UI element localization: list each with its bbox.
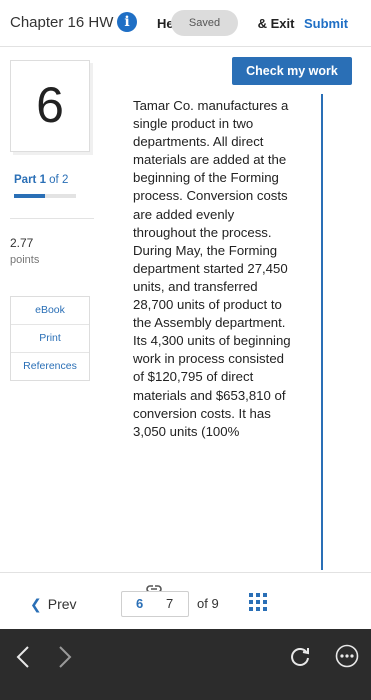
- part-label-rest: of 2: [45, 174, 69, 186]
- resource-links: eBook Print References: [10, 296, 90, 381]
- chevron-left-icon[interactable]: [16, 645, 30, 669]
- print-link[interactable]: Print: [11, 325, 89, 353]
- part-label-strong: Part 1: [14, 174, 46, 186]
- scroll-indicator-line: [321, 94, 323, 570]
- points-label: points: [10, 254, 40, 266]
- sidebar-divider: [10, 218, 94, 219]
- more-icon[interactable]: [335, 644, 359, 668]
- next-page[interactable]: 7: [166, 596, 173, 611]
- top-bar: Chapter 16 HW i He & Exit Saved Submit: [0, 0, 371, 47]
- check-my-work-button[interactable]: Check my work: [232, 57, 352, 85]
- chevron-left-icon: ❮: [30, 596, 42, 612]
- reload-icon[interactable]: [289, 645, 311, 667]
- references-link[interactable]: References: [11, 353, 89, 380]
- page-total: of 9: [197, 596, 219, 611]
- chevron-right-icon[interactable]: [58, 645, 72, 669]
- prev-button[interactable]: ❮ Prev: [30, 596, 77, 613]
- submit-button[interactable]: Submit: [304, 16, 348, 31]
- grid-icon[interactable]: [249, 593, 267, 611]
- question-text: Tamar Co. manufactures a single product …: [133, 98, 291, 439]
- points-value: 2.77: [10, 236, 34, 250]
- question-number: 6: [36, 77, 64, 133]
- question-navigation: ❮ Prev 6 7 of 9: [0, 572, 371, 630]
- saved-badge: Saved: [171, 10, 238, 36]
- prev-label: Prev: [47, 596, 77, 612]
- info-icon[interactable]: i: [117, 12, 137, 32]
- current-page[interactable]: 6: [136, 596, 143, 611]
- help-exit-suffix: & Exit: [257, 16, 295, 31]
- ebook-link[interactable]: eBook: [11, 297, 89, 325]
- part-indicator: Part 1 of 2: [14, 174, 68, 186]
- question-number-card: 6: [10, 60, 90, 152]
- browser-toolbar: [0, 629, 371, 700]
- part-progress-fill: [14, 194, 45, 198]
- page-selector[interactable]: 6 7: [121, 591, 189, 617]
- part-progress-bar: [14, 194, 76, 198]
- assignment-title: Chapter 16 HW: [10, 14, 114, 31]
